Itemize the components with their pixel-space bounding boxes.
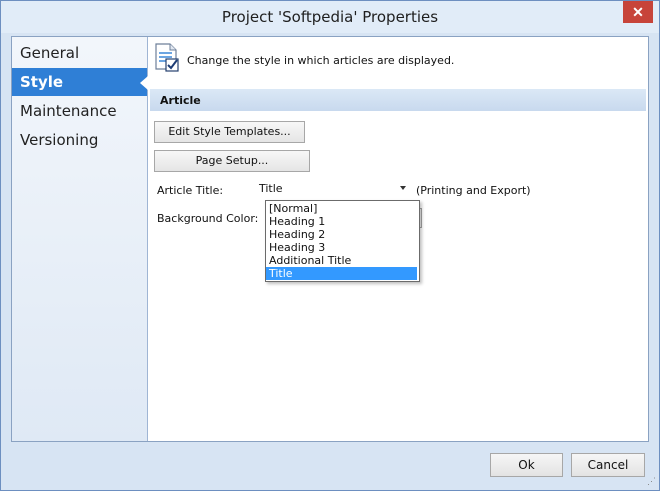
ok-button[interactable]: Ok	[490, 453, 563, 477]
resize-grip-icon[interactable]: ⋰	[647, 476, 656, 487]
chevron-down-icon[interactable]	[400, 186, 406, 190]
article-title-dropdown[interactable]: [Normal] Heading 1 Heading 2 Heading 3 A…	[265, 200, 420, 282]
close-button[interactable]: ✕	[623, 1, 653, 23]
active-arrow-icon	[140, 76, 148, 90]
sidebar-item-general[interactable]: General	[12, 39, 147, 67]
page-description: Change the style in which articles are d…	[187, 54, 455, 67]
dropdown-option-selected[interactable]: Title	[266, 267, 417, 280]
sidebar-item-maintenance[interactable]: Maintenance	[12, 97, 147, 125]
sidebar-item-versioning[interactable]: Versioning	[12, 126, 147, 154]
dropdown-option[interactable]: Heading 3	[266, 241, 417, 254]
article-title-value: Title	[259, 182, 283, 195]
dropdown-option[interactable]: Heading 1	[266, 215, 417, 228]
dropdown-option[interactable]: [Normal]	[266, 202, 417, 215]
section-header: Article	[150, 89, 646, 111]
cancel-button[interactable]: Cancel	[571, 453, 645, 477]
title-bar[interactable]: Project 'Softpedia' Properties ✕	[1, 1, 659, 33]
content-pane: Change the style in which articles are d…	[148, 37, 648, 441]
sidebar-item-label: Style	[20, 73, 64, 91]
edit-style-templates-button[interactable]: Edit Style Templates...	[154, 121, 305, 143]
window-title: Project 'Softpedia' Properties	[221, 8, 439, 26]
article-title-label: Article Title:	[157, 184, 224, 197]
page-setup-button[interactable]: Page Setup...	[154, 150, 310, 172]
sidebar-item-style[interactable]: Style	[12, 68, 148, 96]
section-title: Article	[160, 94, 201, 107]
article-title-note: (Printing and Export)	[416, 184, 531, 197]
document-check-icon	[155, 43, 179, 72]
dropdown-option[interactable]: Heading 2	[266, 228, 417, 241]
article-title-select[interactable]: Title	[255, 180, 408, 198]
sidebar: General Style Maintenance Versioning	[12, 37, 148, 441]
properties-window: Project 'Softpedia' Properties ✕ General…	[0, 0, 660, 491]
dropdown-option[interactable]: Additional Title	[266, 254, 417, 267]
background-color-label: Background Color:	[157, 212, 259, 225]
dialog-frame: General Style Maintenance Versioning Cha…	[11, 36, 649, 442]
